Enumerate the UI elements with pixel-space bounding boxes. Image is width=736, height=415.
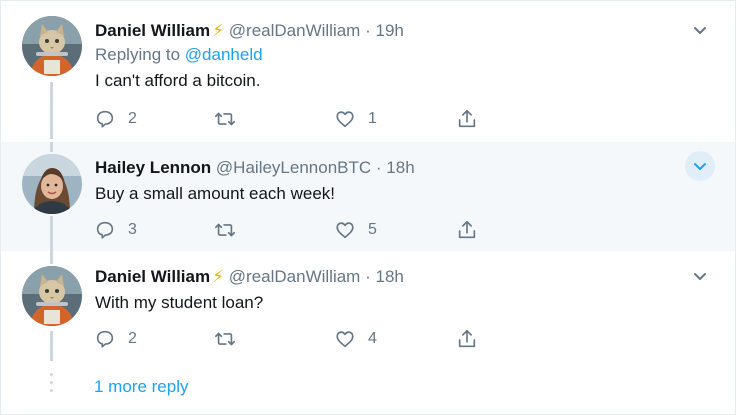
reply-button[interactable]: 3 [94, 218, 137, 242]
tweet-text: Buy a small amount each week! [95, 184, 336, 203]
like-icon [336, 331, 354, 348]
separator-dot: · [375, 158, 382, 177]
reply-button[interactable]: 2 [94, 107, 137, 131]
tweet-header: Daniel William ⚡ @realDanWilliam · 18h [95, 266, 695, 288]
reply-button[interactable]: 2 [94, 327, 137, 351]
share-icon [458, 109, 476, 128]
like-button[interactable]: 1 [334, 107, 377, 131]
retweet-icon [215, 223, 235, 237]
thread-line [50, 142, 53, 152]
tweet-timestamp[interactable]: 18h [386, 158, 414, 177]
tweet-header: Hailey Lennon @HaileyLennonBTC · 18h [95, 157, 695, 179]
reply-count: 2 [128, 110, 137, 127]
tweet-text: With my student loan? [95, 293, 264, 312]
tweet-1[interactable]: Daniel William ⚡ @realDanWilliam · 19h Re… [1, 1, 735, 139]
replying-to: Replying to @danheld [95, 44, 695, 66]
tweet-timestamp[interactable]: 19h [375, 21, 403, 40]
tweet-3[interactable]: Daniel William ⚡ @realDanWilliam · 18h Wi… [1, 251, 735, 367]
avatar[interactable] [22, 266, 82, 326]
retweet-button[interactable] [214, 218, 248, 242]
reply-count: 3 [128, 221, 137, 238]
thread-continuation-dots [50, 373, 53, 397]
share-button[interactable] [456, 218, 478, 242]
like-count: 1 [368, 110, 377, 127]
more-replies-link[interactable]: 1 more reply [94, 377, 188, 397]
tweet-body: Daniel William ⚡ @realDanWilliam · 18h Wi… [95, 266, 695, 314]
tweet-header: Daniel William ⚡ @realDanWilliam · 19h [95, 20, 695, 42]
thread-line [50, 82, 53, 139]
separator-dot: · [365, 21, 371, 40]
avatar-cat-astronaut-icon [22, 16, 82, 76]
thread-line [50, 216, 53, 251]
retweet-button[interactable] [214, 327, 248, 351]
author-name[interactable]: Daniel William [95, 21, 210, 40]
thread-line [50, 251, 53, 264]
avatar[interactable] [22, 154, 82, 214]
tweet-body: Hailey Lennon @HaileyLennonBTC · 18h Buy… [95, 157, 695, 205]
chevron-down-icon [694, 273, 706, 280]
reply-icon [96, 221, 114, 239]
thread-line [50, 331, 53, 361]
replying-to-label: Replying to [95, 45, 181, 64]
lightning-bolt-icon: ⚡ [212, 267, 225, 286]
tweet-menu-button[interactable] [685, 15, 715, 45]
like-icon [336, 111, 354, 128]
tweet-timestamp[interactable]: 18h [375, 267, 403, 286]
reply-icon [96, 330, 114, 348]
author-name[interactable]: Hailey Lennon [95, 158, 211, 177]
tweet-2[interactable]: Hailey Lennon @HaileyLennonBTC · 18h Buy… [1, 142, 735, 251]
author-handle[interactable]: @realDanWilliam [229, 21, 361, 40]
retweet-button[interactable] [214, 107, 248, 131]
author-name[interactable]: Daniel William [95, 267, 210, 286]
chevron-down-icon [694, 27, 706, 34]
mention-link[interactable]: @danheld [185, 45, 263, 64]
tweet-menu-button[interactable] [685, 151, 715, 181]
share-icon [458, 220, 476, 239]
retweet-icon [215, 332, 235, 346]
lightning-bolt-icon: ⚡ [212, 21, 225, 40]
reply-icon [96, 110, 114, 128]
like-count: 5 [368, 221, 377, 238]
like-count: 4 [368, 330, 377, 347]
author-handle[interactable]: @HaileyLennonBTC [216, 158, 371, 177]
author-handle[interactable]: @realDanWilliam [229, 267, 361, 286]
retweet-icon [215, 112, 235, 126]
tweet-menu-button[interactable] [685, 261, 715, 291]
tweet-text: I can't afford a bitcoin. [95, 71, 261, 90]
share-icon [458, 329, 476, 348]
avatar-cat-astronaut-icon [22, 266, 82, 326]
avatar-photo-icon [22, 154, 82, 214]
avatar[interactable] [22, 16, 82, 76]
tweet-body: Daniel William ⚡ @realDanWilliam · 19h Re… [95, 20, 695, 92]
reply-count: 2 [128, 330, 137, 347]
chevron-down-icon [694, 163, 706, 170]
like-button[interactable]: 4 [334, 327, 377, 351]
separator-dot: · [365, 267, 371, 286]
share-button[interactable] [456, 327, 478, 351]
like-icon [336, 222, 354, 239]
conversation-thread: Daniel William ⚡ @realDanWilliam · 19h Re… [0, 0, 736, 415]
share-button[interactable] [456, 107, 478, 131]
like-button[interactable]: 5 [334, 218, 377, 242]
